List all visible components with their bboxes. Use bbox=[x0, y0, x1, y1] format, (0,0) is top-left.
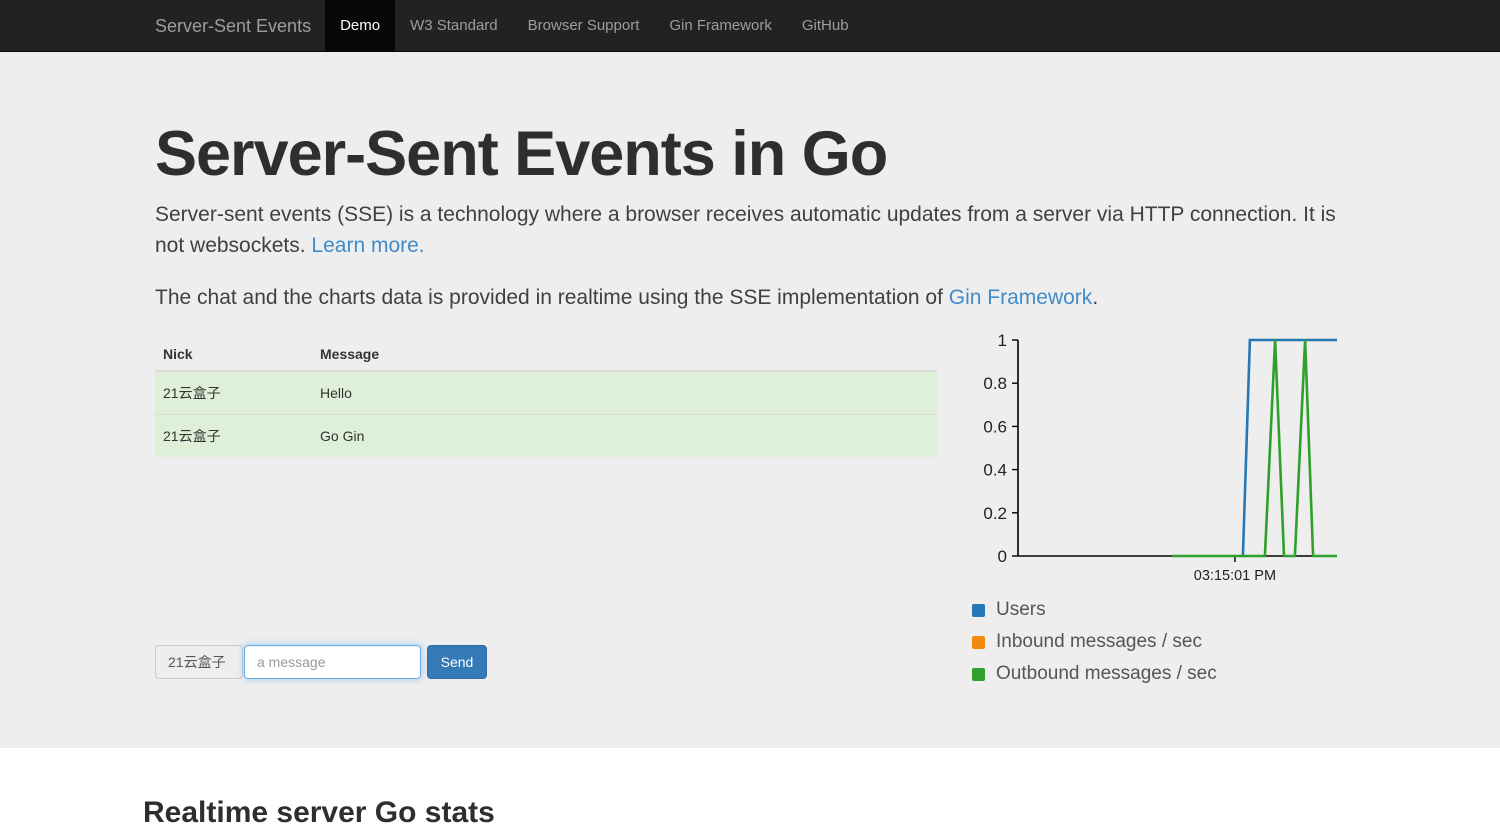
chat-table: Nick Message 21云盒子 Hello 21云盒子 Go Gin bbox=[155, 338, 937, 457]
nav-item-gin-framework[interactable]: Gin Framework bbox=[654, 0, 787, 51]
message-input[interactable] bbox=[244, 645, 421, 679]
stats-heading: Realtime server Go stats bbox=[143, 796, 1500, 830]
svg-text:0: 0 bbox=[998, 547, 1007, 566]
svg-text:0.8: 0.8 bbox=[983, 374, 1007, 393]
realtime-text: The chat and the charts data is provided… bbox=[155, 286, 949, 309]
svg-text:0.4: 0.4 bbox=[983, 461, 1007, 480]
legend-item-outbound: Outbound messages / sec bbox=[972, 658, 1345, 690]
realtime-line-chart: 0 0.2 0.4 0.6 0.8 1 03:15:01 PM bbox=[960, 330, 1345, 586]
table-row: 21云盒子 Hello bbox=[155, 371, 937, 415]
chat-header-message: Message bbox=[312, 338, 937, 371]
nav-item-browser-support[interactable]: Browser Support bbox=[513, 0, 655, 51]
svg-text:0.6: 0.6 bbox=[983, 418, 1007, 437]
legend-item-users: Users bbox=[972, 594, 1345, 626]
inbound-legend-swatch-icon bbox=[972, 636, 985, 649]
hero-section: Server-Sent Events in Go Server-sent eve… bbox=[0, 52, 1500, 748]
chart-legend: Users Inbound messages / sec Outbound me… bbox=[960, 594, 1345, 690]
stats-section: Realtime server Go stats bbox=[0, 748, 1500, 832]
chat-message-area bbox=[155, 457, 937, 645]
gin-framework-link[interactable]: Gin Framework bbox=[949, 286, 1093, 309]
intro-paragraph: Server-sent events (SSE) is a technology… bbox=[155, 200, 1345, 262]
svg-text:0.2: 0.2 bbox=[983, 504, 1007, 523]
legend-label: Users bbox=[996, 599, 1046, 621]
chat-row-message: Go Gin bbox=[312, 415, 937, 458]
chat-header-nick: Nick bbox=[155, 338, 312, 371]
table-row: 21云盒子 Go Gin bbox=[155, 415, 937, 458]
users-legend-swatch-icon bbox=[972, 604, 985, 617]
chat-panel: Nick Message 21云盒子 Hello 21云盒子 Go Gin bbox=[155, 338, 937, 679]
legend-label: Outbound messages / sec bbox=[996, 663, 1217, 685]
send-button[interactable]: Send bbox=[427, 645, 487, 679]
realtime-text-end: . bbox=[1092, 286, 1098, 309]
chat-form: Send bbox=[155, 645, 937, 679]
legend-label: Inbound messages / sec bbox=[996, 631, 1202, 653]
chat-row-message: Hello bbox=[312, 371, 937, 415]
chart-panel: 0 0.2 0.4 0.6 0.8 1 03:15:01 PM Users Inbound … bbox=[960, 330, 1345, 690]
nick-input[interactable] bbox=[155, 645, 243, 679]
realtime-paragraph: The chat and the charts data is provided… bbox=[155, 283, 1345, 313]
learn-more-link[interactable]: Learn more. bbox=[311, 234, 424, 257]
nav-item-demo[interactable]: Demo bbox=[325, 0, 395, 51]
outbound-legend-swatch-icon bbox=[972, 668, 985, 681]
chat-row-nick: 21云盒子 bbox=[155, 415, 312, 458]
chat-row-nick: 21云盒子 bbox=[155, 371, 312, 415]
page-title: Server-Sent Events in Go bbox=[155, 120, 1345, 188]
nav-item-w3-standard[interactable]: W3 Standard bbox=[395, 0, 513, 51]
svg-text:03:15:01 PM: 03:15:01 PM bbox=[1194, 568, 1276, 584]
nav-item-github[interactable]: GitHub bbox=[787, 0, 864, 51]
navbar-brand[interactable]: Server-Sent Events bbox=[155, 0, 311, 51]
svg-text:1: 1 bbox=[998, 331, 1007, 350]
top-navbar: Server-Sent Events Demo W3 Standard Brow… bbox=[0, 0, 1500, 52]
legend-item-inbound: Inbound messages / sec bbox=[972, 626, 1345, 658]
